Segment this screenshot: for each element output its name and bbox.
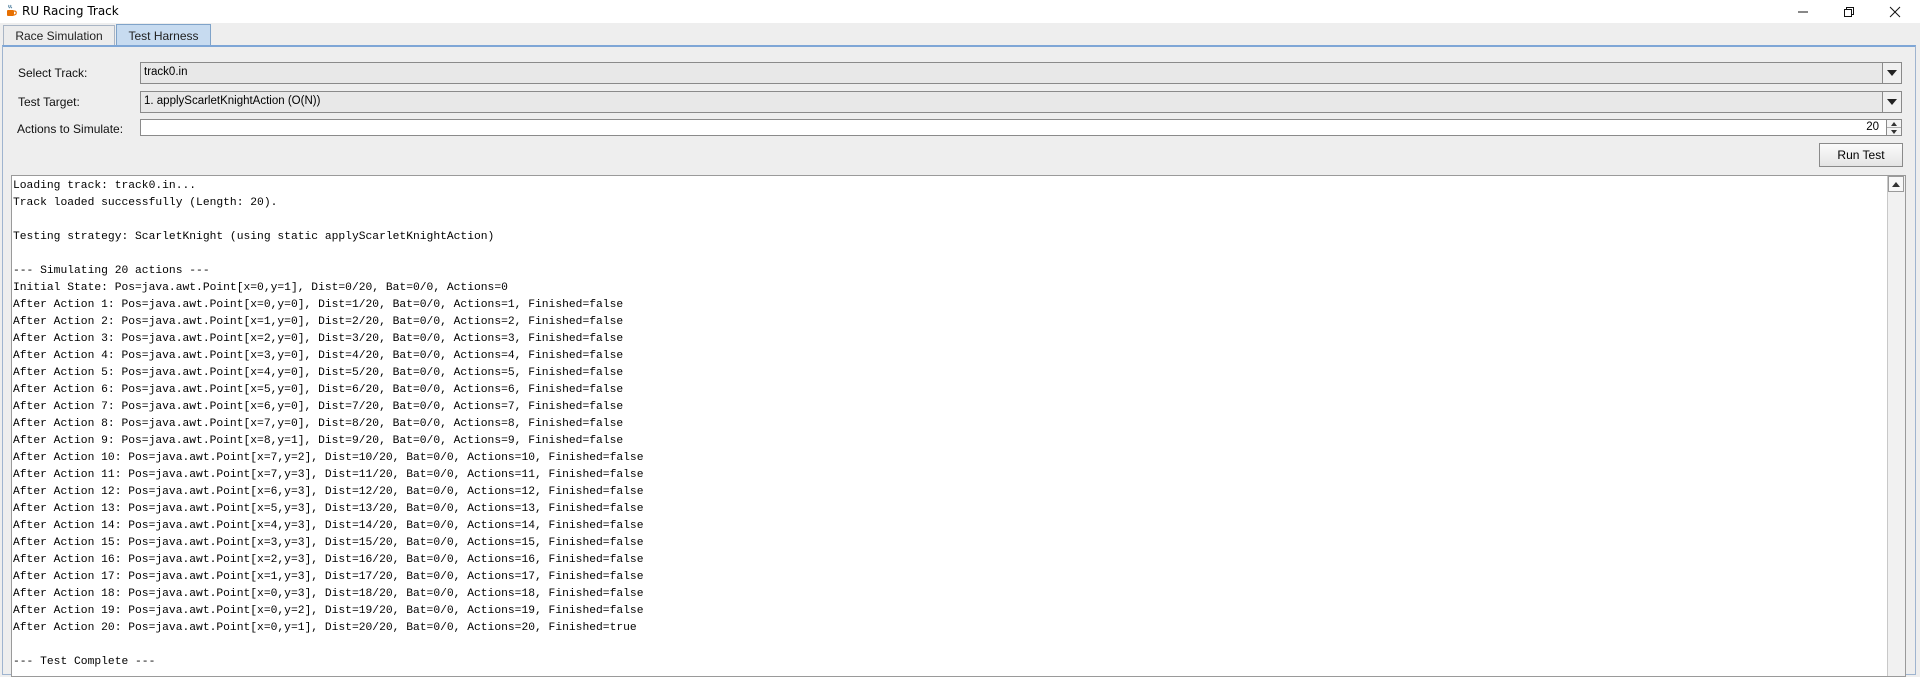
test-target-value: 1. applyScarletKnightAction (O(N)) [144, 95, 321, 107]
test-target-select[interactable]: 1. applyScarletKnightAction (O(N)) [140, 91, 1902, 113]
title-bar: RU Racing Track [0, 0, 1920, 23]
console-line: After Action 19: Pos=java.awt.Point[x=0,… [13, 605, 644, 617]
console-line: After Action 14: Pos=java.awt.Point[x=4,… [13, 520, 644, 532]
chevron-down-icon [1887, 99, 1897, 105]
console-line: After Action 1: Pos=java.awt.Point[x=0,y… [13, 299, 624, 311]
tab-test-harness[interactable]: Test Harness [116, 24, 211, 47]
tab-strip: Race Simulation Test Harness [0, 23, 1920, 47]
console-line: After Action 8: Pos=java.awt.Point[x=7,y… [13, 418, 624, 430]
console-line: After Action 10: Pos=java.awt.Point[x=7,… [13, 452, 644, 464]
console-line: After Action 18: Pos=java.awt.Point[x=0,… [13, 588, 644, 600]
track-dropdown-arrow[interactable] [1882, 63, 1901, 83]
console-line: After Action 5: Pos=java.awt.Point[x=4,y… [13, 367, 624, 379]
minimize-button[interactable] [1780, 0, 1826, 23]
console-lines: Loading track: track0.in... Track loaded … [13, 178, 643, 671]
console-line: After Action 6: Pos=java.awt.Point[x=5,y… [13, 384, 624, 396]
target-dropdown-arrow[interactable] [1882, 92, 1901, 112]
track-select-value: track0.in [144, 66, 188, 78]
console-line: After Action 16: Pos=java.awt.Point[x=2,… [13, 554, 644, 566]
console-line: After Action 15: Pos=java.awt.Point[x=3,… [13, 537, 644, 549]
console-line: --- Simulating 20 actions --- [13, 265, 210, 277]
console-line: After Action 12: Pos=java.awt.Point[x=6,… [13, 486, 644, 498]
scroll-up-button[interactable] [1888, 176, 1904, 192]
select-track-label: Select Track: [18, 66, 88, 80]
spinner-up-button[interactable] [1887, 120, 1901, 128]
console-line: After Action 17: Pos=java.awt.Point[x=1,… [13, 571, 644, 583]
java-cup-icon [7, 4, 17, 16]
tab-label: Test Harness [128, 29, 199, 43]
console-line: Loading track: track0.in... [13, 180, 197, 192]
tab-label: Race Simulation [15, 28, 103, 43]
console-line: Track loaded successfully (Length: 20). [13, 197, 278, 209]
console-line: Testing strategy: ScarletKnight (using s… [13, 231, 495, 243]
output-console[interactable]: Loading track: track0.in... Track loaded … [11, 175, 1906, 677]
actions-spinner-value: 20 [1866, 121, 1879, 133]
close-button[interactable] [1872, 0, 1918, 23]
console-line: After Action 9: Pos=java.awt.Point[x=8,y… [13, 435, 624, 447]
console-line: After Action 20: Pos=java.awt.Point[x=0,… [13, 622, 637, 634]
test-target-label: Test Target: [18, 95, 80, 109]
restore-button[interactable] [1826, 0, 1872, 23]
restore-icon [1844, 6, 1854, 17]
track-select[interactable]: track0.in [140, 62, 1902, 84]
console-line: Initial State: Pos=java.awt.Point[x=0,y=… [13, 282, 508, 294]
console-line: After Action 3: Pos=java.awt.Point[x=2,y… [13, 333, 624, 345]
console-line: After Action 11: Pos=java.awt.Point[x=7,… [13, 469, 644, 481]
console-line: After Action 7: Pos=java.awt.Point[x=6,y… [13, 401, 624, 413]
minimize-icon [1798, 11, 1808, 12]
run-test-button[interactable]: Run Test [1819, 143, 1903, 167]
spinner-buttons [1886, 120, 1901, 135]
chevron-down-icon [1891, 129, 1897, 134]
console-line: After Action 4: Pos=java.awt.Point[x=3,y… [13, 350, 624, 362]
vertical-scrollbar[interactable] [1887, 176, 1905, 676]
console-line: --- Test Complete --- [13, 656, 156, 668]
close-icon [1889, 6, 1901, 17]
console-line: After Action 13: Pos=java.awt.Point[x=5,… [13, 503, 644, 515]
chevron-up-icon [1891, 121, 1897, 126]
actions-to-simulate-label: Actions to Simulate: [17, 122, 124, 136]
tab-race-simulation[interactable]: Race Simulation [3, 25, 115, 45]
chevron-down-icon [1887, 70, 1897, 76]
console-line: After Action 2: Pos=java.awt.Point[x=1,y… [13, 316, 624, 328]
window-title: RU Racing Track [22, 4, 119, 18]
spinner-down-button[interactable] [1887, 128, 1901, 135]
chevron-up-icon [1892, 181, 1900, 187]
actions-spinner[interactable]: 20 [140, 119, 1902, 136]
